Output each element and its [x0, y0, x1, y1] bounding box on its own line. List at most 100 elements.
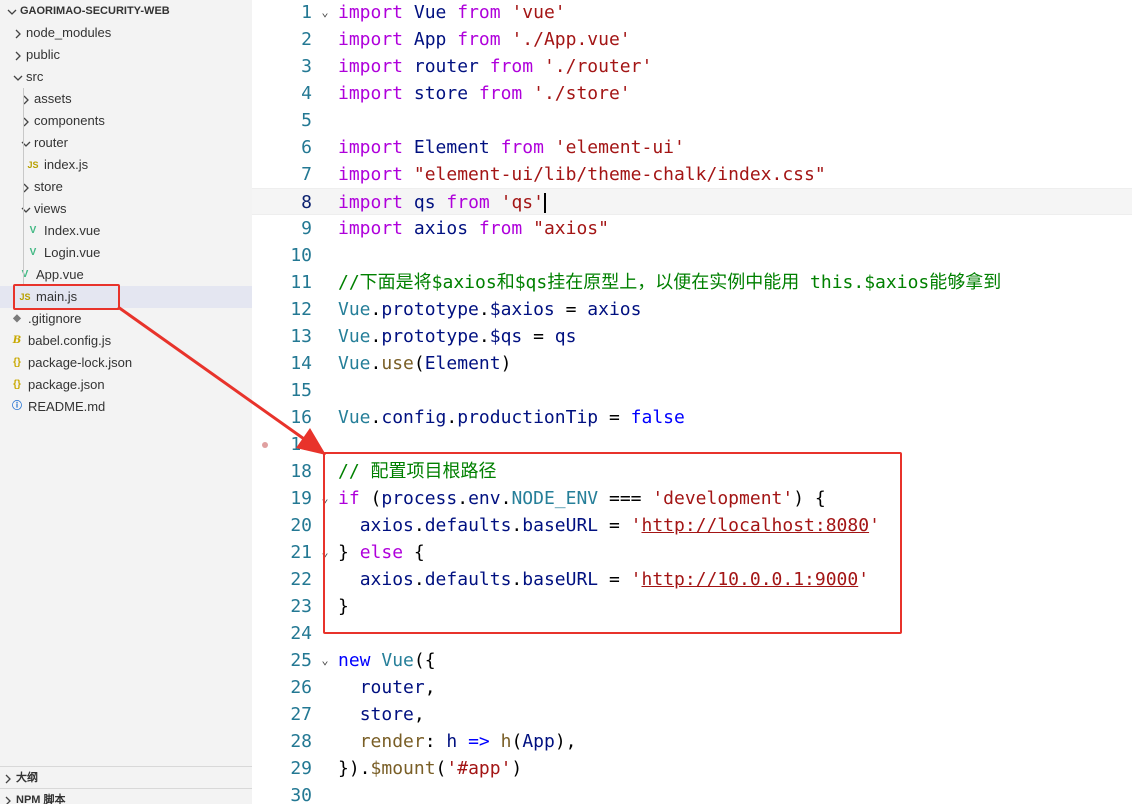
code-token: Vue — [338, 407, 371, 428]
npm-scripts-section[interactable]: NPM 脚本 — [0, 788, 252, 804]
code-token: from — [457, 29, 501, 50]
code-line[interactable]: 5 — [252, 107, 1132, 134]
outline-section[interactable]: 大纲 — [0, 766, 252, 789]
line-number: 12 — [290, 299, 312, 320]
tree-item[interactable]: node_modules — [0, 22, 252, 44]
chevron-down-icon — [18, 132, 34, 154]
code-line[interactable]: 15 — [252, 377, 1132, 404]
code-token: render — [359, 731, 425, 752]
code-text: import router from './router' — [338, 53, 652, 80]
code-line[interactable]: 7 import "element-ui/lib/theme-chalk/inde… — [252, 161, 1132, 188]
tree-item[interactable]: {} package.json — [0, 374, 252, 396]
code-token: import — [338, 164, 404, 185]
code-line[interactable]: 10 — [252, 242, 1132, 269]
code-token: . — [446, 407, 458, 428]
tree-item[interactable]: router — [0, 132, 252, 154]
tree-item-label: components — [34, 113, 105, 128]
code-editor[interactable]: 1 ⌄ import Vue from 'vue' 2 import App from … — [252, 0, 1132, 804]
tree-item[interactable]: Bbabel.config.js — [0, 330, 252, 352]
code-token: './App.vue' — [511, 29, 631, 50]
git-file-icon: ◆ — [13, 313, 21, 324]
code-line[interactable]: 26 router, — [252, 674, 1132, 701]
line-number: 4 — [301, 83, 312, 104]
fold-chevron-icon[interactable]: ⌄ — [318, 647, 332, 674]
code-text: }).$mount('#app') — [338, 755, 522, 782]
code-line[interactable]: 16 Vue.config.productionTip = false — [252, 404, 1132, 431]
code-line[interactable]: 14 Vue.use(Element) — [252, 350, 1132, 377]
tree-item[interactable]: JS index.js — [0, 154, 252, 176]
code-line[interactable]: 30 — [252, 782, 1132, 804]
code-token: from — [489, 56, 534, 77]
tree-item[interactable]: ⓘ README.md — [0, 396, 252, 418]
code-line[interactable]: 25 ⌄ new Vue({ — [252, 647, 1132, 674]
code-line[interactable]: 29 }).$mount('#app') — [252, 755, 1132, 782]
tree-item[interactable]: store — [0, 176, 252, 198]
line-number: 16 — [290, 407, 312, 428]
code-line[interactable]: 2 import App from './App.vue' — [252, 26, 1132, 53]
tree-item-label: .gitignore — [28, 311, 82, 326]
tree-item[interactable]: ◆ .gitignore — [0, 308, 252, 330]
code-line[interactable]: 13 Vue.prototype.$qs = qs — [252, 323, 1132, 350]
explorer-section-header[interactable]: GAORIMAO-SECURITY-WEB — [4, 0, 170, 22]
line-number: 7 — [301, 164, 312, 185]
tree-item-label: package-lock.json — [28, 355, 133, 370]
code-line[interactable]: 6 import Element from 'element-ui' — [252, 134, 1132, 161]
text-cursor — [543, 193, 546, 213]
code-text: import App from './App.vue' — [338, 26, 631, 53]
code-token: ( — [413, 353, 425, 374]
code-token: axios — [413, 218, 469, 239]
tree-item[interactable]: V Index.vue — [0, 220, 252, 242]
code-token: = — [554, 299, 588, 320]
code-line[interactable]: 12 Vue.prototype.$axios = axios — [252, 296, 1132, 323]
tree-item[interactable]: {} package-lock.json — [0, 352, 252, 374]
fold-chevron-icon[interactable]: ⌄ — [318, 0, 332, 26]
breakpoint-hint-icon[interactable] — [262, 442, 268, 448]
outline-label: 大纲 — [16, 772, 38, 784]
line-number: 25 — [290, 650, 312, 671]
line-number: 17 — [290, 434, 312, 455]
tree-item[interactable]: public — [0, 44, 252, 66]
code-text: new Vue({ — [338, 647, 436, 674]
code-token: . — [478, 326, 490, 347]
code-line[interactable]: 8 import qs from 'qs' — [252, 188, 1132, 215]
tree-item-label: package.json — [28, 377, 105, 392]
code-line[interactable]: 27 store, — [252, 701, 1132, 728]
code-line[interactable]: 11 //下面是将$axios和$qs挂在原型上，以便在实例中能用 this.$a… — [252, 269, 1132, 296]
line-number: 29 — [290, 758, 312, 779]
tree-item[interactable]: V App.vue — [0, 264, 252, 286]
chevron-down-icon — [18, 198, 34, 220]
vue-file-icon: V — [29, 247, 37, 258]
code-line[interactable]: 1 ⌄ import Vue from 'vue' — [252, 0, 1132, 26]
tree-item[interactable]: V Login.vue — [0, 242, 252, 264]
js-file-icon: JS — [27, 160, 39, 170]
tree-item[interactable]: src — [0, 66, 252, 88]
code-line[interactable]: 3 import router from './router' — [252, 53, 1132, 80]
tree-item-label: Index.vue — [44, 223, 101, 238]
code-token: Vue — [338, 326, 371, 347]
tree-item-label: Login.vue — [44, 245, 101, 260]
line-number: 6 — [301, 137, 312, 158]
code-text: //下面是将$axios和$qs挂在原型上，以便在实例中能用 this.$axi… — [338, 269, 1001, 296]
code-token: //下面是将$axios和$qs挂在原型上，以便在实例中能用 this.$axi… — [338, 272, 1002, 293]
code-text: render: h => h(App), — [338, 728, 577, 755]
code-token: new — [338, 650, 371, 671]
tree-item[interactable]: views — [0, 198, 252, 220]
code-line[interactable]: 28 render: h => h(App), — [252, 728, 1132, 755]
tree-item[interactable]: components — [0, 110, 252, 132]
tree-item-label: store — [34, 179, 63, 194]
chevron-right-icon — [18, 176, 34, 198]
chevron-right-icon — [18, 110, 34, 132]
line-number: 22 — [290, 569, 312, 590]
code-token: prototype — [381, 299, 479, 320]
tree-item[interactable]: assets — [0, 88, 252, 110]
line-number: 27 — [290, 704, 312, 725]
code-line[interactable]: 9 import axios from "axios" — [252, 215, 1132, 242]
explorer-sidebar: GAORIMAO-SECURITY-WEB node_modules public… — [0, 0, 252, 804]
code-line[interactable]: 4 import store from './store' — [252, 80, 1132, 107]
